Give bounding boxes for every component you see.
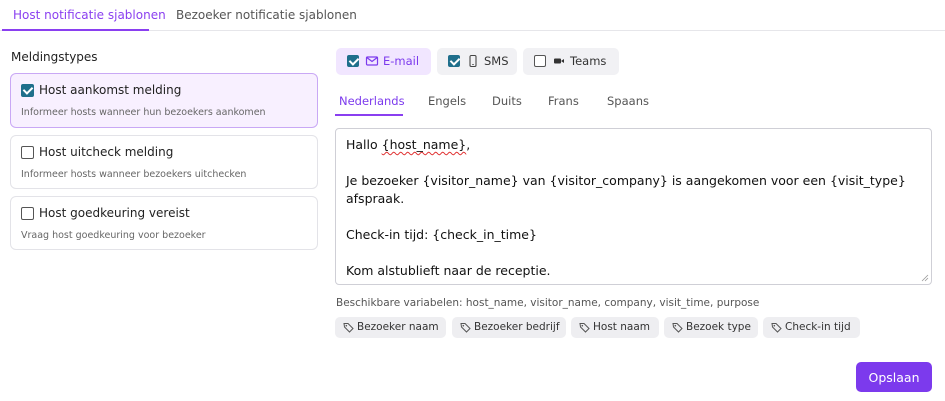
template-editor[interactable]: Hallo {host_name}, Je bezoeker {visitor_… [335,128,932,285]
tab-spaans[interactable]: Spaans [607,94,649,108]
tab-host-templates[interactable]: Host notificatie sjablonen [13,8,166,22]
mail-icon [365,56,379,66]
notification-type-host-approval[interactable]: Host goedkeuring vereist Vraag host goed… [10,196,318,250]
language-tabs: Nederlands Engels Duits Frans Spaans [335,86,931,116]
phone-icon [469,54,477,68]
channel-teams[interactable]: Teams [523,48,619,75]
card-title: Host aankomst melding [39,83,182,97]
greeting-punctuation: , [466,137,471,152]
editor-line: Kom alstublieft naar de receptie. [346,263,551,278]
notification-type-host-checkout[interactable]: Host uitcheck melding Informeer hosts wa… [10,135,318,189]
checkbox-email[interactable] [347,55,359,67]
channel-label: SMS [484,54,509,68]
channel-label: E-mail [383,54,420,68]
checkbox-sms[interactable] [448,55,460,67]
tag-icon [460,323,471,333]
chip-label: Bezoeker bedrijf [474,321,560,333]
channel-label: Teams [570,54,607,68]
tag-icon [343,323,354,333]
checkbox-host-arrival[interactable] [21,84,34,97]
tag-icon [672,323,683,333]
chip-bezoeker-bedrijf[interactable]: Bezoeker bedrijf [452,317,566,338]
checkbox-host-approval[interactable] [21,207,34,220]
notification-type-host-arrival[interactable]: Host aankomst melding Informeer hosts wa… [10,73,318,128]
greeting-variable: {host_name} [381,137,467,152]
tab-visitor-templates[interactable]: Bezoeker notificatie sjablonen [176,8,357,22]
available-variables-text: Beschikbare variabelen: host_name, visit… [336,297,760,309]
notification-types-heading: Meldingstypes [11,50,98,64]
template-type-tabs: Host notificatie sjablonen Bezoeker noti… [0,0,945,31]
tab-engels[interactable]: Engels [428,94,466,108]
chip-label: Check-in tijd [785,321,851,333]
greeting-text: Hallo [346,137,382,152]
checkbox-teams[interactable] [534,55,546,67]
checkbox-host-checkout[interactable] [21,146,34,159]
editor-line: Je bezoeker {visitor_name} van {visitor_… [346,173,906,188]
channel-email[interactable]: E-mail [336,48,431,75]
chip-bezoek-type[interactable]: Bezoek type [664,317,758,338]
save-button[interactable]: Opslaan [856,362,932,392]
tag-icon [771,323,782,333]
resize-grip-icon[interactable] [921,274,929,282]
card-description: Informeer hosts wanneer bezoekers uitche… [21,169,247,180]
tag-icon [579,323,590,333]
channel-sms[interactable]: SMS [437,48,517,75]
editor-line: afspraak. [346,191,405,206]
active-tab-indicator [2,29,149,31]
card-title: Host goedkeuring vereist [39,206,190,220]
chip-label: Host naam [593,321,650,333]
card-description: Vraag host goedkeuring voor bezoeker [21,230,206,241]
tab-duits[interactable]: Duits [492,94,522,108]
chip-host-naam[interactable]: Host naam [571,317,659,338]
chip-check-in-tijd[interactable]: Check-in tijd [763,317,860,338]
card-title: Host uitcheck melding [39,145,174,159]
chip-label: Bezoeker naam [357,321,439,333]
chip-label: Bezoek type [686,321,751,333]
video-icon [554,58,564,64]
card-description: Informeer hosts wanneer hun bezoekers aa… [21,107,266,118]
active-language-indicator [335,114,403,116]
tab-nederlands[interactable]: Nederlands [339,94,405,108]
editor-line: Check-in tijd: {check_in_time} [346,227,537,242]
tab-frans[interactable]: Frans [548,94,579,108]
chip-bezoeker-naam[interactable]: Bezoeker naam [335,317,446,338]
